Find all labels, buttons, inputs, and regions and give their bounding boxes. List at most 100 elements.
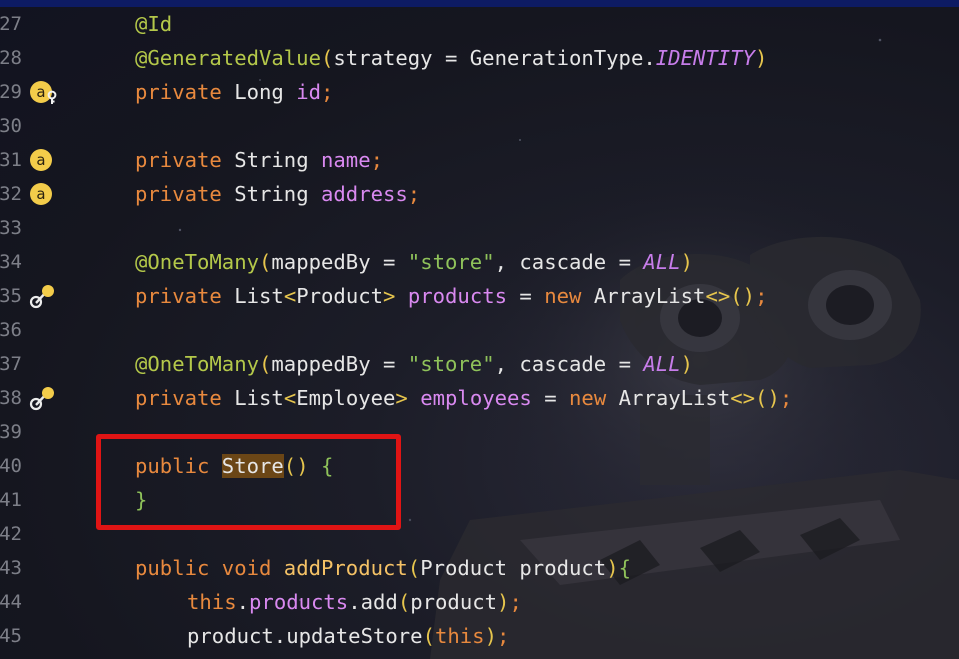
code-token: (: [259, 352, 272, 376]
line-number: 37: [0, 347, 22, 381]
code-line[interactable]: 44 this.products.add(product);: [0, 585, 959, 619]
line-number: 32: [0, 177, 22, 211]
code-line[interactable]: 34 @OneToMany(mappedBy = "store", cascade…: [0, 245, 959, 279]
code-line[interactable]: 37 @OneToMany(mappedBy = "store", cascade…: [0, 347, 959, 381]
code-text[interactable]: private Long id;: [135, 75, 333, 109]
relation-link-icon[interactable]: [29, 385, 59, 411]
code-line[interactable]: 45 product.updateStore(this);: [0, 619, 959, 653]
svg-text:a: a: [36, 185, 45, 203]
code-token: mappedBy =: [271, 352, 408, 376]
code-token: ;: [497, 624, 510, 648]
code-text[interactable]: private String address;: [135, 177, 420, 211]
code-token: Long: [234, 80, 297, 104]
code-token: =: [507, 284, 545, 308]
line-number: 38: [0, 381, 22, 415]
code-line[interactable]: 43 public void addProduct(Product product…: [0, 551, 959, 585]
code-line[interactable]: 36: [0, 313, 959, 347]
code-line[interactable]: 28 @GeneratedValue(strategy = GenerationT…: [0, 41, 959, 75]
code-token: private: [135, 284, 235, 308]
code-line[interactable]: 32 a private String address;: [0, 177, 959, 211]
code-token: @OneToMany: [135, 250, 259, 274]
code-token: .add: [348, 590, 398, 614]
code-token: , cascade =: [494, 352, 644, 376]
code-text[interactable]: private String name;: [135, 143, 383, 177]
line-number: 44: [0, 585, 22, 619]
line-number: 30: [0, 109, 22, 143]
code-token: ALL: [643, 250, 681, 274]
code-token: ): [754, 46, 768, 70]
line-number: 28: [0, 41, 22, 75]
code-token: <: [283, 386, 297, 410]
code-token: @OneToMany: [135, 352, 259, 376]
code-token: ;: [370, 148, 384, 172]
code-line[interactable]: 31 a private String name;: [0, 143, 959, 177]
code-token: name: [321, 148, 371, 172]
line-number: 36: [0, 313, 22, 347]
code-token: (): [730, 284, 756, 308]
code-text[interactable]: @OneToMany(mappedBy = "store", cascade =…: [135, 245, 693, 279]
code-line[interactable]: 29 a private Long id;: [0, 75, 959, 109]
line-number: 41: [0, 483, 22, 517]
code-token: ): [680, 250, 693, 274]
code-line[interactable]: 30: [0, 109, 959, 143]
line-number: 43: [0, 551, 22, 585]
code-line[interactable]: 38 private List<Employee> employees = new…: [0, 381, 959, 415]
line-number-text: 41: [0, 489, 22, 511]
code-token: product: [410, 590, 498, 614]
code-token: (: [320, 46, 334, 70]
code-token: List: [234, 284, 284, 308]
code-token: <: [283, 284, 297, 308]
field-key-icon[interactable]: a: [29, 79, 59, 105]
code-text[interactable]: @GeneratedValue(strategy = GenerationTyp…: [135, 41, 767, 75]
line-number: 45: [0, 619, 22, 653]
code-token: (): [755, 386, 780, 410]
code-token: , cascade =: [494, 250, 644, 274]
line-number-text: 31: [0, 149, 22, 171]
line-number: 31: [0, 143, 22, 177]
line-number-text: 40: [0, 455, 22, 477]
code-text[interactable]: public void addProduct(Product product){: [135, 551, 631, 585]
line-number: 35: [0, 279, 22, 313]
code-text[interactable]: product.updateStore(this);: [187, 619, 509, 653]
field-icon[interactable]: a: [29, 181, 59, 207]
code-token: public: [135, 556, 222, 580]
line-number-text: 37: [0, 353, 22, 375]
line-number-text: 44: [0, 591, 22, 613]
code-token: String: [234, 148, 321, 172]
code-text[interactable]: @Id: [135, 7, 172, 41]
code-token: (: [422, 624, 435, 648]
svg-text:a: a: [36, 151, 45, 169]
code-token: .: [236, 590, 250, 614]
code-token: new: [544, 284, 594, 308]
code-token: id: [296, 80, 322, 104]
code-token: >: [383, 284, 408, 308]
code-token: ;: [755, 284, 768, 308]
code-token: mappedBy =: [271, 250, 408, 274]
code-line[interactable]: 27 @Id: [0, 7, 959, 41]
code-line[interactable]: 33: [0, 211, 959, 245]
line-number-text: 30: [0, 115, 22, 137]
code-text[interactable]: this.products.add(product);: [187, 585, 522, 619]
code-token: ;: [407, 182, 421, 206]
code-text[interactable]: private List<Product> products = new Arr…: [135, 279, 767, 313]
code-text[interactable]: private List<Employee> employees = new A…: [135, 381, 792, 415]
line-number: 40: [0, 449, 22, 483]
code-token: ): [680, 352, 693, 376]
code-token: ;: [321, 80, 334, 104]
code-text[interactable]: @OneToMany(mappedBy = "store", cascade =…: [135, 347, 693, 381]
code-token: private: [135, 80, 235, 104]
relation-link-icon[interactable]: [29, 283, 59, 309]
code-token: products: [249, 590, 349, 614]
code-token: strategy = GenerationType.: [333, 46, 656, 70]
code-token: "store": [407, 250, 495, 274]
code-token: String: [234, 182, 321, 206]
field-icon[interactable]: a: [29, 147, 59, 173]
line-number: 29: [0, 75, 22, 109]
code-token: >: [395, 386, 421, 410]
code-token: private: [135, 182, 235, 206]
code-token: <>: [705, 284, 731, 308]
code-line[interactable]: 35 private List<Product> products = new A…: [0, 279, 959, 313]
line-number-text: 32: [0, 183, 22, 205]
code-token: ArrayList: [618, 386, 731, 410]
code-editor[interactable]: 27 @Id 28 @GeneratedValue(strategy = Genera…: [0, 7, 959, 659]
